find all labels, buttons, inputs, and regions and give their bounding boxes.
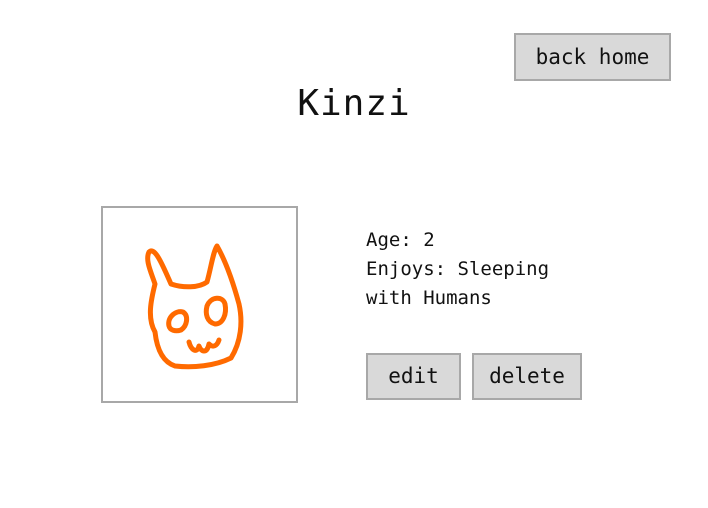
enjoys-line: Enjoys: Sleeping with Humans (366, 255, 596, 313)
cat-drawing-icon (145, 243, 244, 370)
pet-photo (101, 206, 298, 403)
age-line: Age: 2 (366, 226, 596, 255)
cat-right-eye (203, 295, 228, 327)
back-home-button[interactable]: back home (514, 33, 671, 81)
page-title: Kinzi (297, 83, 411, 124)
cat-left-eye (166, 309, 190, 334)
pet-details: Age: 2 Enjoys: Sleeping with Humans (366, 226, 596, 313)
edit-button[interactable]: edit (366, 353, 461, 400)
cat-mouth (186, 337, 222, 354)
age-label: Age: (366, 229, 412, 251)
age-value: 2 (423, 229, 435, 251)
enjoys-label: Enjoys: (366, 258, 447, 280)
delete-button[interactable]: delete (472, 353, 582, 400)
